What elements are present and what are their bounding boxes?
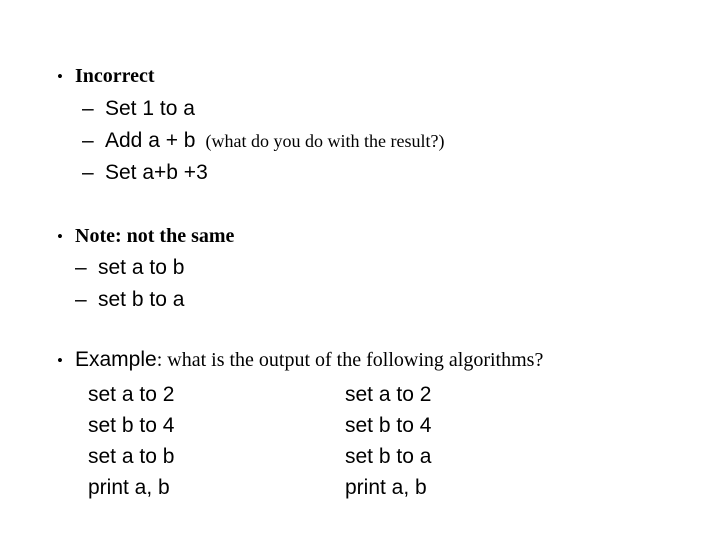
sub-item-label: Set 1 to a (105, 97, 195, 120)
sub-item-label: set b to a (98, 288, 185, 311)
sub-item-label: Add a + b (105, 129, 196, 152)
code-line: print a, b (88, 476, 170, 499)
sub-item-add-a-plus-b: – Add a + b (what do you do with the res… (82, 130, 444, 152)
sub-item-label: set a to b (98, 256, 185, 279)
code-line: set b to 4 (88, 414, 175, 437)
dash-marker-icon: – (75, 256, 87, 279)
bullet-incorrect-label: Incorrect (75, 65, 155, 87)
code-line: set a to b (88, 445, 175, 468)
sub-item-set-b-to-a: – set b to a (75, 289, 184, 310)
sub-item-set-a-plus-b-plus-3: – Set a+b +3 (82, 162, 208, 183)
dash-marker-icon: – (82, 97, 94, 120)
dash-marker-icon: – (82, 129, 94, 152)
bullet-dot-icon: • (57, 351, 63, 370)
code-line: set a to 2 (88, 383, 175, 406)
sub-item-label: Set a+b +3 (105, 161, 208, 184)
bullet-example-label: Example (75, 348, 157, 371)
algorithm-column-left: set a to 2 set b to 4 set a to b print a… (88, 379, 174, 503)
bullet-dot-icon: • (57, 227, 63, 246)
code-line: set b to 4 (345, 414, 432, 437)
bullet-example-question: : what is the output of the following al… (156, 349, 544, 371)
dash-marker-icon: – (75, 288, 87, 311)
sub-item-parenthetical: (what do you do with the result?) (205, 131, 445, 151)
code-line: set b to a (345, 445, 432, 468)
bullet-example: • Example : what is the output of the fo… (57, 349, 543, 370)
sub-item-set-a-to-b: – set a to b (75, 257, 184, 278)
dash-marker-icon: – (82, 161, 94, 184)
bullet-note-label: Note: not the same (75, 225, 235, 247)
code-line: set a to 2 (345, 383, 432, 406)
bullet-incorrect: • Incorrect (57, 66, 155, 86)
sub-item-set-1-to-a: – Set 1 to a (82, 98, 195, 119)
code-line: print a, b (345, 476, 427, 499)
bullet-note: • Note: not the same (57, 226, 234, 246)
algorithm-column-right: set a to 2 set b to 4 set b to a print a… (345, 379, 431, 503)
slide-canvas: • Incorrect – Set 1 to a – Add a + b (wh… (0, 0, 720, 540)
bullet-dot-icon: • (57, 67, 63, 86)
